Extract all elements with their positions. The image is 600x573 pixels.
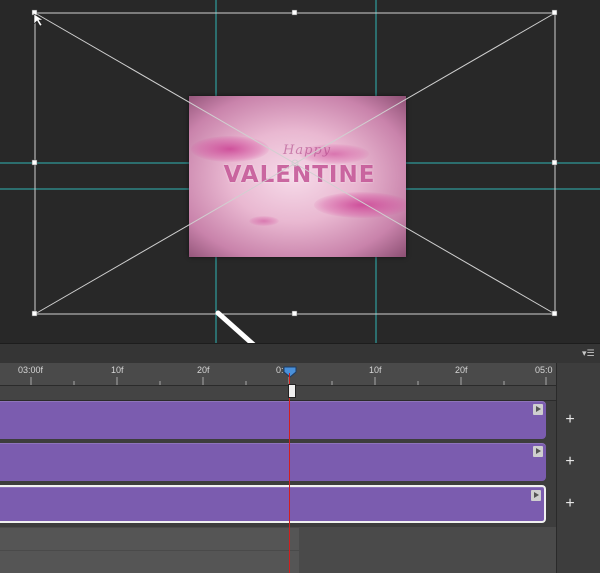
ruler-label: 10f (369, 365, 382, 375)
add-media-button[interactable]: + (562, 412, 578, 428)
timeline-header: ▾☰ (0, 343, 600, 365)
ruler-label: 03:00f (18, 365, 44, 375)
add-media-button[interactable]: + (562, 454, 578, 470)
transform-box[interactable] (0, 0, 600, 343)
ruler-label: 20f (455, 365, 468, 375)
playhead-icon[interactable] (283, 366, 297, 378)
canvas-area[interactable]: Happy VALENTINE (0, 0, 600, 343)
empty-track-row[interactable] (0, 527, 556, 550)
panel-menu-icon[interactable]: ▾☰ (582, 348, 596, 358)
ruler-label: 05:0 (535, 365, 553, 375)
work-area-bar[interactable] (0, 386, 556, 401)
add-media-button[interactable]: + (562, 496, 578, 512)
video-track-clip[interactable] (0, 443, 546, 481)
playhead-handle[interactable] (288, 384, 296, 398)
clip-expand-icon[interactable] (531, 490, 541, 501)
video-track-clip-selected[interactable] (0, 485, 546, 523)
clip-expand-icon[interactable] (533, 404, 543, 415)
timeline-panel: ▾☰ 03:00f 10f 20f 0:00f 10f (0, 343, 600, 573)
playhead-line[interactable] (289, 373, 290, 573)
empty-track-row[interactable] (0, 550, 556, 573)
video-track-clip[interactable] (0, 401, 546, 439)
time-ruler[interactable]: 03:00f 10f 20f 0:00f 10f 20f 05:0 (0, 363, 556, 386)
ruler-label: 10f (111, 365, 124, 375)
ruler-label: 20f (197, 365, 210, 375)
clip-expand-icon[interactable] (533, 446, 543, 457)
